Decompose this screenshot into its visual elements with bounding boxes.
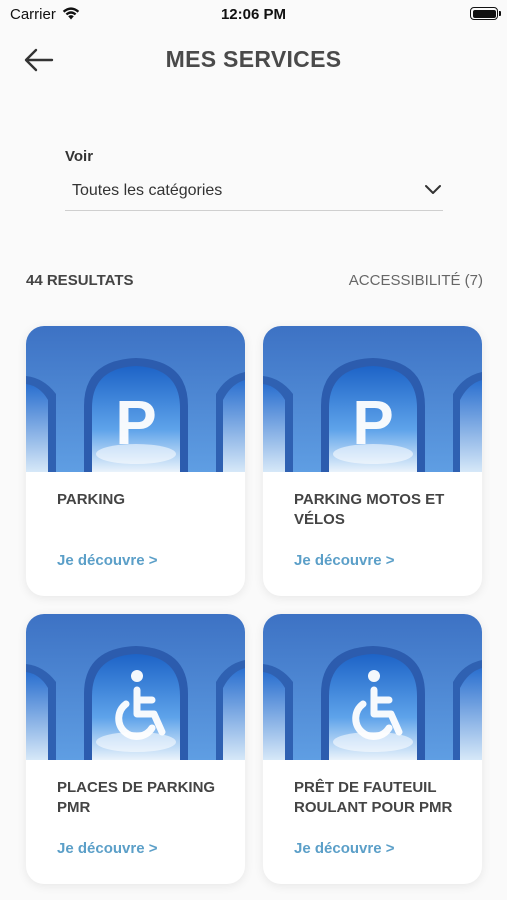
parking-icon: P [115, 389, 156, 458]
discover-link[interactable]: Je découvre > [57, 552, 157, 569]
svg-text:P: P [352, 389, 393, 458]
page-title: MES SERVICES [165, 46, 342, 72]
discover-link[interactable]: Je découvre > [57, 840, 157, 857]
card-image: P [263, 326, 482, 472]
battery-icon [470, 7, 501, 20]
card-image: P [26, 326, 245, 472]
category-select-value: Toutes les catégories [72, 182, 223, 199]
card-title: PARKING [57, 491, 126, 508]
service-card-pret-fauteuil-roulant[interactable]: PRÊT DE FAUTEUIL ROULANT POUR PMR Je déc… [263, 614, 482, 884]
service-card-places-parking-pmr[interactable]: PLACES DE PARKING PMR Je découvre > [26, 614, 245, 884]
svg-text:P: P [115, 389, 156, 458]
card-title: PRÊT DE FAUTEUIL ROULANT POUR PMR [294, 779, 453, 816]
discover-link[interactable]: Je découvre > [294, 552, 394, 569]
clock-time: 12:06 PM [220, 6, 287, 23]
card-title: PLACES DE PARKING PMR [57, 779, 216, 816]
filter-label: Voir [65, 148, 94, 165]
card-image [26, 614, 245, 760]
service-card-parking-motos-velos[interactable]: P PARKING MOTOS ET VÉLOS Je découvre > [263, 326, 482, 596]
service-card-parking[interactable]: P PARKING Je découvre > [26, 326, 245, 596]
category-select[interactable]: Toutes les catégories [65, 172, 443, 211]
discover-link[interactable]: Je découvre > [294, 840, 394, 857]
active-filter-tag[interactable]: ACCESSIBILITÉ (7) [349, 272, 483, 289]
chevron-down-icon [425, 185, 441, 194]
card-image [263, 614, 482, 760]
card-title: PARKING MOTOS ET VÉLOS [294, 491, 445, 528]
status-bar: Carrier 12:06 PM [0, 0, 507, 28]
parking-icon: P [352, 389, 393, 458]
results-count: 44 RESULTATS [26, 272, 134, 289]
